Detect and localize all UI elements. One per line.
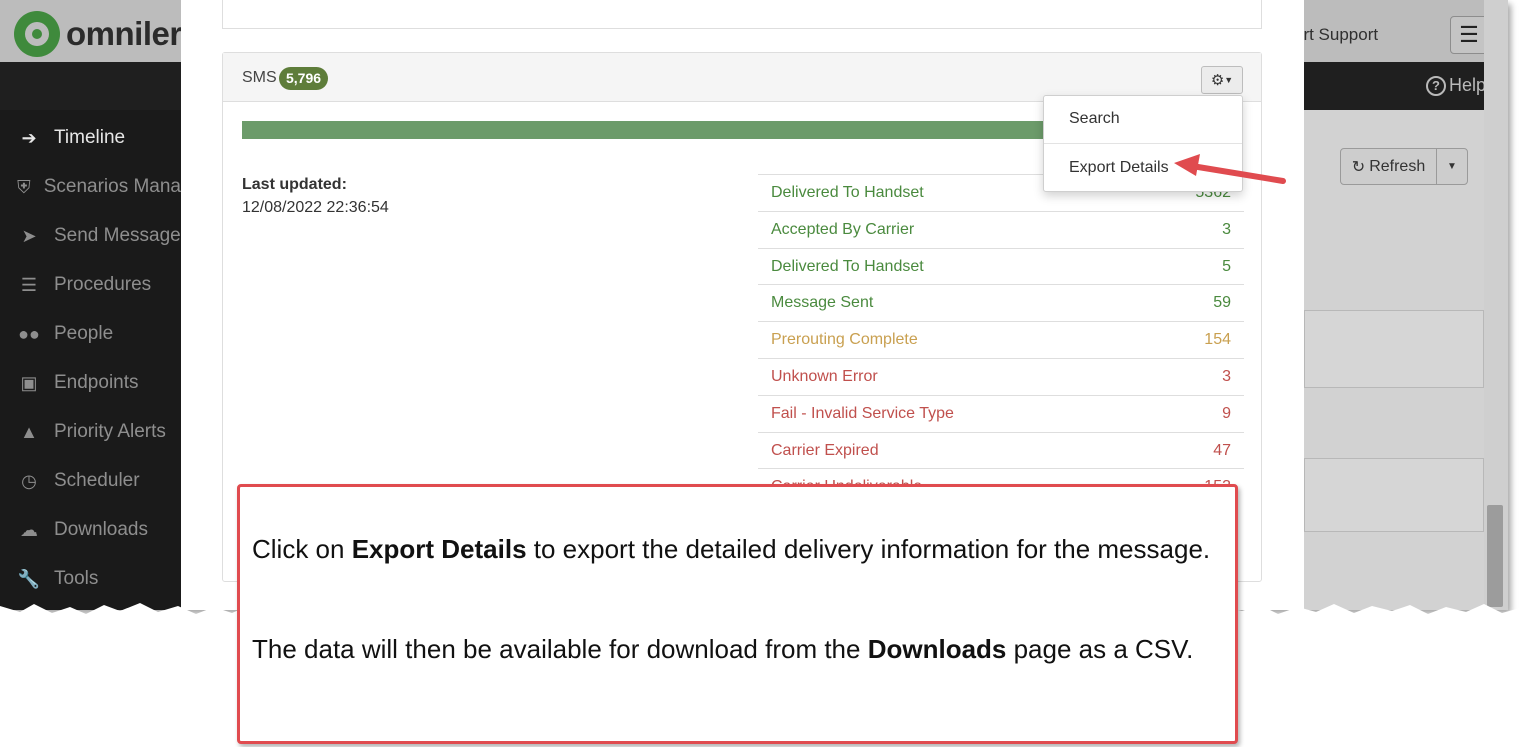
sidebar-item-label: Procedures <box>54 274 152 295</box>
instruction-callout: Click on Export Details to export the de… <box>237 484 1238 744</box>
status-row: Prerouting Complete 154 <box>758 321 1244 358</box>
sidebar-item-label: Scheduler <box>54 470 140 491</box>
sidebar-item-scheduler[interactable]: ◷ Scheduler <box>0 461 181 501</box>
refresh-icon: ↻ <box>1351 158 1366 176</box>
sidebar-item-label: Priority Alerts <box>54 421 166 442</box>
status-count: 59 <box>1213 294 1231 312</box>
sidebar-item-priority-alerts[interactable]: ▲ Priority Alerts <box>0 412 181 452</box>
caret-down-icon: ▼ <box>1224 75 1234 85</box>
status-table: Delivered To Handset 5362 Accepted By Ca… <box>758 174 1244 505</box>
cloud-download-icon: ☁ <box>20 519 38 540</box>
status-count: 9 <box>1222 404 1231 422</box>
background-card <box>1304 310 1484 388</box>
sidebar-item-label: Timeline <box>54 127 126 148</box>
help-link[interactable]: ? Help <box>1426 75 1486 96</box>
chevron-down-icon[interactable]: ▼ <box>1437 149 1467 184</box>
scrollbar-thumb[interactable] <box>1487 505 1503 607</box>
sidebar-item-downloads[interactable]: ☁ Downloads <box>0 510 181 550</box>
omnilert-logo-icon <box>14 11 60 57</box>
support-link[interactable]: ert Support <box>1294 25 1378 45</box>
gear-icon: ⚙ <box>1210 72 1225 89</box>
sidebar-item-endpoints[interactable]: ▣ Endpoints <box>0 363 181 403</box>
status-row: Delivered To Handset 5 <box>758 247 1244 285</box>
shield-icon: ⛨ <box>17 176 31 197</box>
sidebar-item-label: Scenarios Mana <box>43 176 181 197</box>
users-icon: ●● <box>18 323 40 344</box>
sidebar-item-timeline[interactable]: ➔ Timeline <box>0 118 181 158</box>
status-row: Accepted By Carrier 3 <box>758 210 1244 248</box>
sidebar-item-procedures[interactable]: ☰ Procedures <box>0 265 181 305</box>
sidebar-item-people[interactable]: ●● People <box>0 314 181 354</box>
status-name: Message Sent <box>771 294 874 312</box>
list-icon: ☰ <box>20 274 38 295</box>
sidebar-item-scenarios[interactable]: ⛨ Scenarios Mana <box>0 167 181 207</box>
callout-text: Click on <box>252 534 352 564</box>
callout-line-2: The data will then be available for down… <box>252 632 1222 666</box>
paper-plane-icon: ➤ <box>21 225 37 246</box>
last-updated-value: 12/08/2022 22:36:54 <box>242 199 389 216</box>
sms-count-badge: 5,796 <box>279 67 329 90</box>
refresh-button-group: ↻ Refresh ▼ <box>1340 148 1468 185</box>
status-row: Message Sent 59 <box>758 284 1244 321</box>
help-label: Help <box>1449 75 1487 95</box>
sidebar-item-send-message[interactable]: ➤ Send Message <box>0 216 181 256</box>
callout-text: to export the detailed delivery informat… <box>526 534 1211 564</box>
status-name: Accepted By Carrier <box>771 220 915 238</box>
brand-logo[interactable]: omnilert <box>14 11 193 57</box>
clock-icon: ◷ <box>21 470 37 491</box>
callout-emphasis: Downloads <box>867 634 1007 664</box>
status-count: 154 <box>1204 331 1231 349</box>
arrow-circle-down-icon: ➔ <box>21 127 37 148</box>
sidebar-item-label: Endpoints <box>54 372 139 393</box>
sidebar-item-tools[interactable]: 🔧 Tools <box>0 559 181 599</box>
callout-line-1: Click on Export Details to export the de… <box>252 532 1222 566</box>
callout-text: page as a CSV. <box>1006 634 1194 664</box>
status-name: Delivered To Handset <box>771 184 924 201</box>
bell-icon: ▲ <box>20 421 38 442</box>
sidebar-item-label: People <box>54 323 114 344</box>
refresh-button[interactable]: ↻ Refresh <box>1341 149 1437 184</box>
sitemap-icon: ▣ <box>20 372 38 393</box>
hamburger-icon[interactable]: ☰ <box>1450 16 1488 54</box>
status-name: Delivered To Handset <box>771 257 924 275</box>
callout-text: The data will then be available for down… <box>252 634 868 664</box>
status-name: Unknown Error <box>771 367 878 385</box>
question-circle-icon: ? <box>1426 75 1446 96</box>
last-updated-label: Last updated: <box>242 176 347 193</box>
background-card <box>1304 458 1484 532</box>
callout-emphasis: Export Details <box>351 534 527 564</box>
sidebar-item-label: Send Message <box>54 225 181 246</box>
status-row: Fail - Invalid Service Type 9 <box>758 394 1244 432</box>
status-row: Unknown Error 3 <box>758 357 1244 395</box>
menu-item-search[interactable]: Search <box>1044 96 1242 142</box>
status-count: 3 <box>1222 367 1231 385</box>
wrench-icon: 🔧 <box>17 568 41 589</box>
refresh-label: Refresh <box>1369 157 1426 175</box>
sms-label: SMS <box>242 69 277 86</box>
status-name: Prerouting Complete <box>771 331 918 349</box>
brand-name: omnilert <box>66 15 193 52</box>
status-row: Carrier Expired 47 <box>758 431 1244 469</box>
previous-card <box>222 0 1262 29</box>
annotation-arrow <box>1174 154 1286 184</box>
sidebar-item-label: Tools <box>54 568 99 589</box>
status-count: 3 <box>1222 220 1231 238</box>
sidebar: ➔ Timeline ⛨ Scenarios Mana ➤ Send Messa… <box>0 110 181 610</box>
menu-divider <box>1044 143 1242 144</box>
status-count: 5 <box>1222 257 1231 275</box>
status-count: 47 <box>1213 441 1231 459</box>
status-name: Carrier Expired <box>771 441 879 459</box>
settings-dropdown-button[interactable]: ⚙▼ <box>1201 66 1243 94</box>
sidebar-item-label: Downloads <box>54 519 148 540</box>
status-name: Fail - Invalid Service Type <box>771 404 954 422</box>
